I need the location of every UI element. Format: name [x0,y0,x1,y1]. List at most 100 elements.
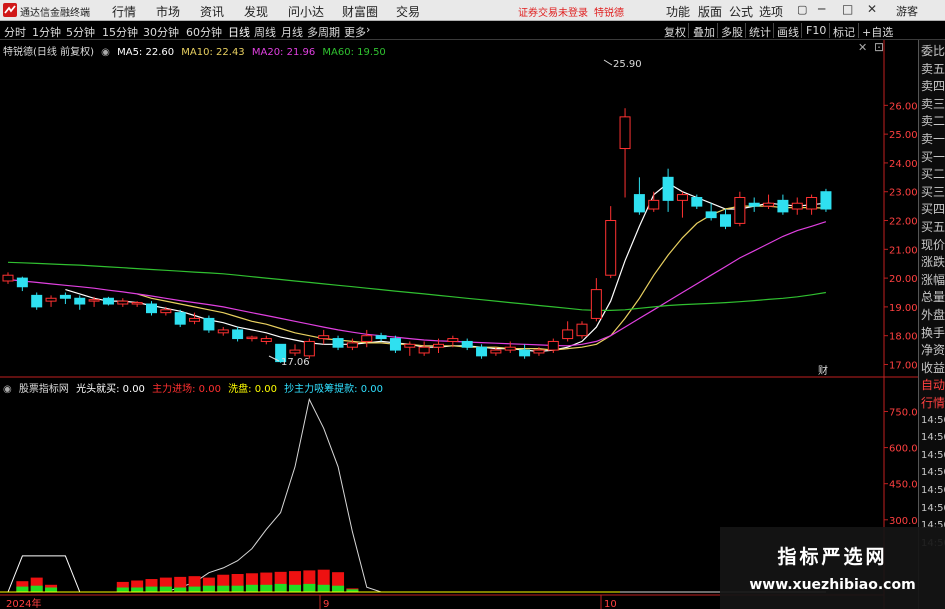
candle[interactable] [2,272,14,284]
candle[interactable] [777,194,789,215]
btn-add-watchlist[interactable]: +自选 [862,24,893,40]
candle[interactable] [418,341,430,356]
candle[interactable] [691,194,703,209]
btn-tongji[interactable]: 统计 [749,24,771,40]
candle[interactable] [676,191,688,218]
minimize-icon[interactable]: ─ [818,2,825,16]
side-panel-item[interactable]: 14:50 [921,502,945,516]
candle[interactable] [88,296,100,307]
candle[interactable] [102,296,114,306]
side-panel-item[interactable]: 换手 [921,326,945,340]
side-panel-item[interactable]: 卖四 [921,79,945,93]
menu-faxian[interactable]: 发现 [244,3,268,20]
btn-diejia[interactable]: 叠加 [693,24,715,40]
candle[interactable] [246,335,258,342]
candle[interactable] [346,338,358,351]
side-panel-item[interactable]: 涨幅 [921,273,945,287]
btn-biaoji[interactable]: 标记 [833,24,855,40]
trade-login-notice[interactable]: 证券交易未登录 [518,4,588,19]
candle[interactable] [217,327,229,336]
candle[interactable] [45,295,57,307]
period-multi[interactable]: 多周期 [307,24,340,40]
side-panel-item[interactable]: 自动 [921,378,945,392]
side-panel-item[interactable]: 买二 [921,167,945,181]
side-panel-item[interactable]: 卖二 [921,114,945,128]
period-60min[interactable]: 60分钟 [186,24,222,40]
period-15min[interactable]: 15分钟 [102,24,138,40]
side-panel-item[interactable]: 买五 [921,220,945,234]
candle[interactable] [820,188,832,212]
candle[interactable] [806,194,818,215]
candle[interactable] [375,332,387,342]
side-panel-item[interactable]: 14:50 [921,431,945,445]
candle[interactable] [662,168,674,212]
candle[interactable] [633,177,645,215]
candle[interactable] [303,338,315,359]
candle[interactable] [562,321,574,342]
side-panel-item[interactable]: 行情 [921,396,945,410]
period-1min[interactable]: 1分钟 [32,24,61,40]
menu-zixun[interactable]: 资讯 [200,3,224,20]
side-panel-item[interactable]: 委比 [921,44,945,58]
candle[interactable] [389,335,401,353]
guest-label[interactable]: 游客 [896,3,918,19]
period-30min[interactable]: 30分钟 [143,24,179,40]
candle[interactable] [648,191,660,212]
close-icon[interactable]: ✕ [867,2,877,16]
candle[interactable] [232,327,244,342]
candle[interactable] [16,276,28,292]
chevron-right-icon[interactable]: › [366,23,370,36]
side-panel-item[interactable]: 14:50 [921,484,945,498]
candle[interactable] [31,292,43,310]
menu-shichang[interactable]: 市场 [156,3,180,20]
candle[interactable] [720,209,731,230]
side-panel-item[interactable]: 14:50 [921,449,945,463]
candle[interactable] [576,321,588,339]
candle[interactable] [605,206,617,279]
side-panel-item[interactable]: 卖一 [921,132,945,146]
menu-gongshi[interactable]: 公式 [729,3,753,20]
side-panel-item[interactable]: 净资 [921,343,945,357]
candle[interactable] [289,344,301,356]
menu-gongneng[interactable]: 功能 [666,3,690,20]
candle[interactable] [174,309,186,328]
side-panel-item[interactable]: 现价 [921,238,945,252]
side-panel-item[interactable]: 收益 [921,361,945,375]
candle[interactable] [318,329,330,345]
side-panel-item[interactable]: 总量 [921,290,945,304]
menu-hangqing[interactable]: 行情 [112,3,136,20]
candle[interactable] [619,108,631,198]
side-panel-item[interactable]: 卖三 [921,97,945,111]
candle[interactable] [791,197,803,215]
candle[interactable] [361,329,373,348]
candle[interactable] [146,301,157,316]
maximize-icon[interactable]: □ [842,2,853,16]
period-fenshi[interactable]: 分时 [4,24,26,40]
side-panel-item[interactable]: 14:50 [921,414,945,428]
side-panel-item[interactable]: 卖五 [921,62,945,76]
period-weekly[interactable]: 周线 [254,24,276,40]
btn-fuquan[interactable]: 复权 [664,24,686,40]
side-panel-item[interactable]: 买一 [921,150,945,164]
menu-xuanxiang[interactable]: 选项 [759,3,783,20]
candle[interactable] [705,203,717,221]
side-panel-item[interactable]: 14:50 [921,466,945,480]
candle[interactable] [59,292,71,305]
candle[interactable] [461,338,473,351]
menu-caifuquan[interactable]: 财富圈 [342,3,378,20]
side-panel-item[interactable]: 涨跌 [921,255,945,269]
candle[interactable] [519,344,531,359]
candle[interactable] [203,315,215,333]
period-monthly[interactable]: 月线 [281,24,303,40]
quote-side-panel[interactable]: 委比 卖五 卖四 卖三 卖二 卖一 买一 买二 买三 买四 买五 现价 涨跌 涨幅 总量 外盘 换手 净资 收益 自动… [918,40,945,609]
btn-duogu[interactable]: 多股 [721,24,743,40]
candle[interactable] [748,197,760,212]
period-5min[interactable]: 5分钟 [66,24,95,40]
menu-banmian[interactable]: 版面 [698,3,722,20]
restore-icon[interactable]: ▢ [797,3,807,16]
side-panel-item[interactable]: 外盘 [921,308,945,322]
period-daily[interactable]: 日线 [228,24,250,40]
side-panel-item[interactable]: 买三 [921,185,945,199]
candle[interactable] [590,278,602,322]
btn-f10[interactable]: F10 [806,24,826,37]
